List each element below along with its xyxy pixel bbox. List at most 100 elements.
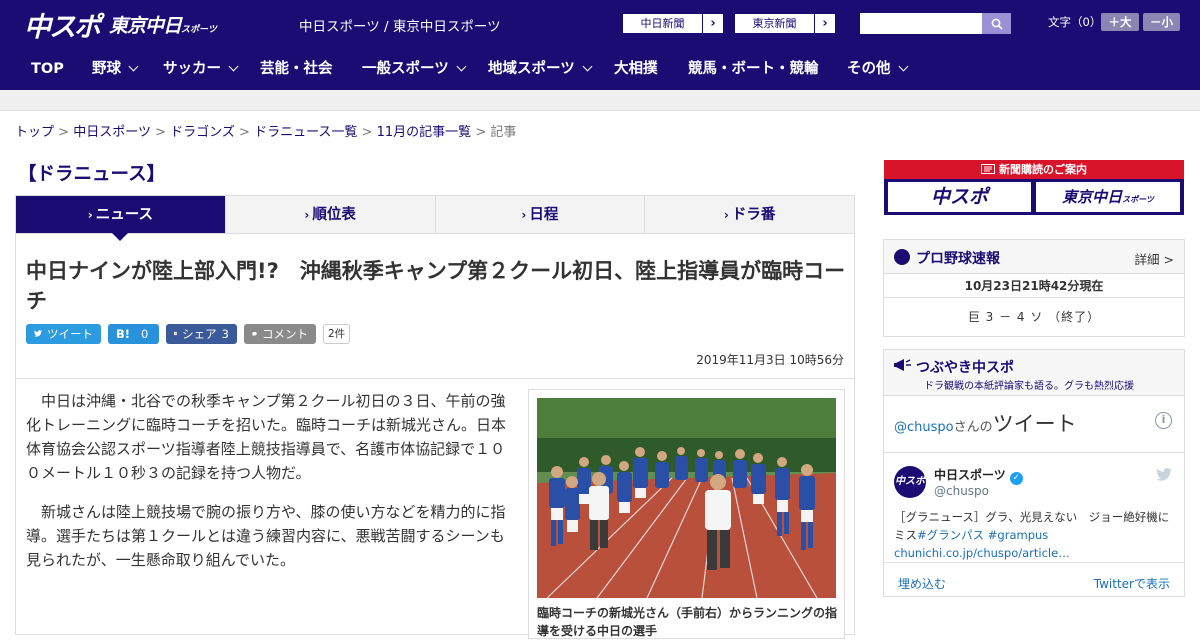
search-icon	[991, 18, 1003, 30]
info-icon[interactable]: i	[1155, 412, 1172, 429]
tweet-button[interactable]: ツイート	[26, 323, 101, 344]
nav-item-label: 野球	[92, 61, 121, 77]
embed-link[interactable]: 埋め込む	[898, 575, 946, 592]
comment-count-badge[interactable]: 2件	[323, 323, 351, 344]
tokyo-logo-small: スポーツ	[181, 24, 217, 35]
tweet-author-name[interactable]: 中日スポーツ ✓	[934, 466, 1023, 485]
score-timestamp: 10月23日21時42分現在	[884, 274, 1184, 298]
tab-label: ニュース	[95, 207, 153, 223]
nav-spacer	[0, 90, 1200, 111]
nav-item-sumo[interactable]: 大相撲	[614, 48, 658, 90]
subscription-title-text: 新聞購読のご案内	[999, 163, 1087, 176]
breadcrumb-link-month[interactable]: 11月の記事一覧	[377, 125, 472, 140]
baseball-panel-header: プロ野球速報 詳細 >	[884, 240, 1184, 274]
nav-item-baseball[interactable]: 野球	[92, 48, 139, 90]
facebook-icon	[174, 331, 178, 336]
tweet-text: ［グラニュース］グラ、光見えない ジョー絶好機にミス#グランパス #grampu…	[894, 508, 1174, 562]
nav-item-racing[interactable]: 競馬・ボート・競輪	[688, 48, 819, 90]
nav-item-top[interactable]: TOP	[31, 48, 64, 90]
hashtag-link[interactable]: #グランパス	[917, 528, 984, 542]
chunichi-shimbun-link[interactable]: 中日新聞 ›	[622, 13, 724, 34]
subscribe-logo-small: スポーツ	[1122, 195, 1154, 204]
tweet-url-link[interactable]: chunichi.co.jp/chuspo/article…	[894, 546, 1070, 560]
tab-schedule[interactable]: › 日程	[436, 196, 646, 233]
subscribe-logo-text: 東京中日	[1062, 188, 1123, 206]
chevron-down-icon	[128, 61, 139, 72]
megaphone-icon	[894, 359, 911, 371]
breadcrumb-current: 記事	[490, 125, 517, 140]
timeline-heading-text: ツイート	[992, 412, 1077, 436]
chevron-right-icon: ›	[87, 208, 93, 222]
nav-item-label: その他	[847, 61, 891, 77]
twitter-panel-subtitle: ドラ観戦の本紙評論家も語る。グラも熱烈応援	[924, 381, 1134, 392]
score-result[interactable]: 巨 3 － 4 ソ （終了）	[884, 298, 1184, 336]
chuspo-subscribe-link[interactable]: 中スポ	[888, 182, 1031, 212]
article-body: 中日は沖縄・北谷での秋季キャンプ第２クール初日の３日、午前の強化トレーニングに臨…	[26, 389, 508, 587]
timeline-divider	[884, 452, 1184, 453]
tokyo-shimbun-link[interactable]: 東京新聞 ›	[734, 13, 836, 34]
nav-item-label: 芸能・社会	[260, 61, 333, 77]
tweet-author-handle[interactable]: @chuspo	[934, 484, 989, 498]
article-headline: 中日ナインが陸上部入門!? 沖縄秋季キャンプ第２クール初日、陸上指導員が臨時コー…	[26, 259, 846, 313]
avatar[interactable]: 中スポ	[894, 466, 926, 498]
subscription-title: 新聞購読のご案内	[884, 160, 1184, 179]
tab-label: 順位表	[312, 207, 356, 223]
nav-item-label: 競馬・ボート・競輪	[688, 61, 819, 77]
breadcrumb-link-dragons[interactable]: ドラゴンズ	[170, 125, 235, 140]
twitter-panel: つぶやき中スポ ドラ観戦の本紙評論家も語る。グラも熱烈応援 @chuspoさんの…	[883, 349, 1185, 597]
tokyo-chunichi-subscribe-link[interactable]: 東京中日スポーツ	[1036, 182, 1180, 212]
nav-item-label: サッカー	[163, 61, 221, 77]
twitter-icon	[34, 330, 42, 337]
hashtag-link[interactable]: #grampus	[988, 528, 1049, 542]
nav-item-label: TOP	[31, 61, 64, 77]
facebook-share-button[interactable]: シェア 3	[166, 323, 237, 344]
timeline-handle-link[interactable]: @chuspo	[894, 420, 954, 435]
twitter-bird-icon[interactable]	[1156, 468, 1172, 481]
subscription-banner[interactable]: 新聞購読のご案内 中スポ 東京中日スポーツ	[884, 160, 1184, 215]
site-title-link[interactable]: 中日スポーツ / 東京中日スポーツ	[299, 15, 501, 35]
chevron-down-icon	[898, 61, 908, 72]
nav-item-local-sports[interactable]: 地域スポーツ	[488, 48, 593, 90]
comment-label: コメント	[262, 326, 308, 341]
chevron-down-icon	[582, 61, 593, 72]
timeline-heading: @chuspoさんのツイート	[894, 408, 1077, 438]
site-logo[interactable]: 中スポ 東京中日スポーツ	[24, 5, 217, 44]
nav-item-entertainment[interactable]: 芸能・社会	[260, 48, 333, 90]
nav-item-general-sports[interactable]: 一般スポーツ	[362, 48, 467, 90]
article-photo[interactable]	[537, 398, 836, 598]
section-tabs: › ニュース › 順位表 › 日程 › ドラ番	[16, 196, 854, 241]
breadcrumb-link-chuspo[interactable]: 中日スポーツ	[73, 125, 151, 140]
comment-bubble-icon	[252, 331, 257, 336]
twitter-panel-header: つぶやき中スポ ドラ観戦の本紙評論家も語る。グラも熱烈応援	[884, 350, 1184, 396]
tab-dora-ban[interactable]: › ドラ番	[645, 196, 854, 233]
tokyo-chunichi-logo[interactable]: 東京中日スポーツ	[109, 11, 217, 38]
nav-item-soccer[interactable]: サッカー	[163, 48, 239, 90]
breadcrumb-link-top[interactable]: トップ	[15, 125, 54, 140]
chevron-right-icon: ›	[710, 16, 716, 31]
top-header: 中スポ 東京中日スポーツ 中日スポーツ / 東京中日スポーツ 中日新聞 › 東京…	[0, 0, 1200, 48]
chevron-right-icon: ›	[723, 208, 729, 222]
breadcrumb-link-news-list[interactable]: ドラニュース一覧	[254, 125, 357, 140]
main-nav: TOP 野球 サッカー 芸能・社会 一般スポーツ 地域スポーツ 大相撲 競馬・ボ…	[0, 48, 1200, 90]
baseball-detail-link[interactable]: 詳細 >	[1135, 249, 1174, 268]
chevron-right-icon: ›	[304, 208, 310, 222]
nav-item-label: 大相撲	[614, 61, 658, 77]
view-on-twitter-link[interactable]: Twitterで表示	[1094, 575, 1170, 592]
article-divider	[16, 378, 854, 379]
nav-item-other[interactable]: その他	[847, 48, 908, 90]
tab-news[interactable]: › ニュース	[16, 196, 226, 241]
twitter-panel-title: つぶやき中スポ	[916, 360, 1014, 376]
search-button[interactable]	[982, 13, 1011, 34]
section-title: 【ドラニュース】	[18, 164, 166, 185]
chuspo-logo[interactable]: 中スポ	[24, 5, 101, 44]
comment-button[interactable]: コメント	[244, 323, 316, 344]
font-larger-button[interactable]: ＋大	[1101, 13, 1139, 31]
photo-caption: 臨時コーチの新城光さん（手前右）からランニングの指導を受ける中日の選手	[537, 606, 838, 638]
tab-standings[interactable]: › 順位表	[226, 196, 436, 233]
search-input[interactable]	[860, 13, 982, 34]
chevron-right-icon: ›	[521, 208, 527, 222]
timeline-handle-suffix: さんの	[953, 420, 993, 435]
timeline-footer: 埋め込む Twitterで表示	[884, 562, 1184, 596]
hatena-bookmark-button[interactable]: B! 0	[108, 323, 159, 344]
font-smaller-button[interactable]: －小	[1143, 13, 1180, 31]
